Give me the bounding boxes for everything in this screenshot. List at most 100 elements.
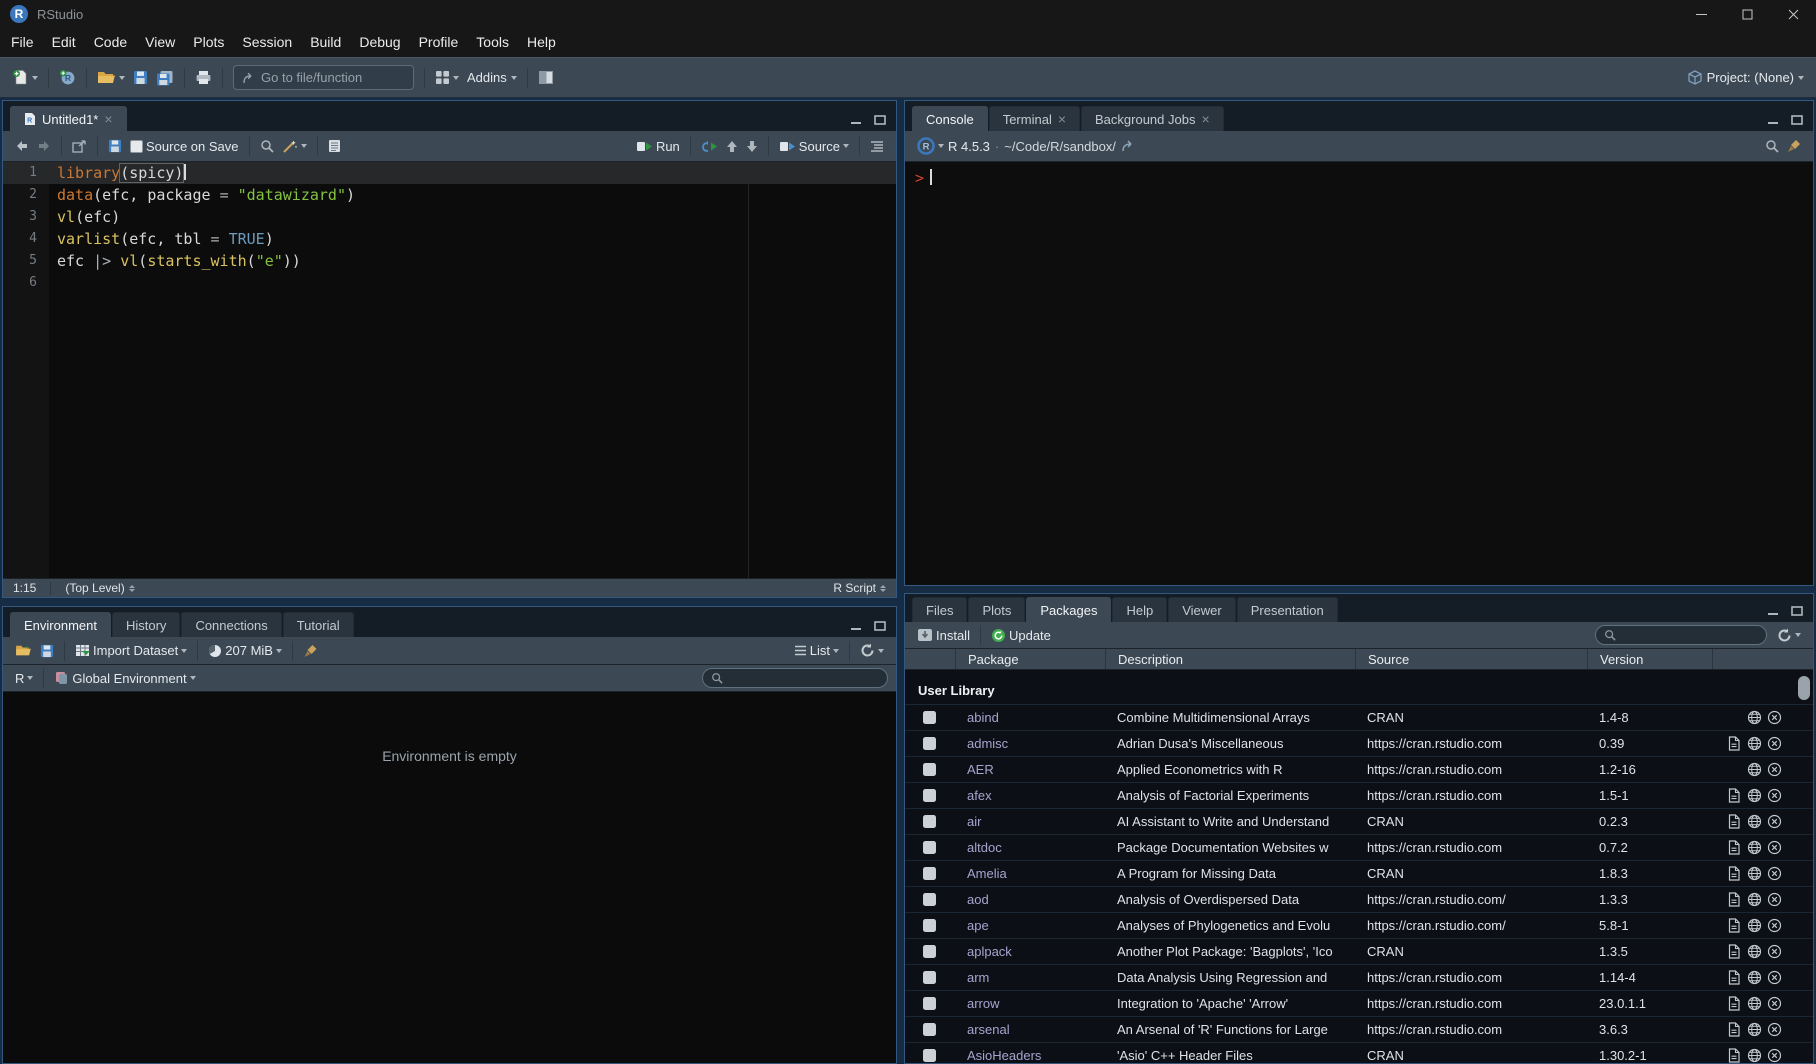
goto-file-input[interactable]: Go to file/function [233,65,414,90]
tab-console[interactable]: Console [912,106,988,131]
package-name-link[interactable]: AsioHeaders [967,1048,1041,1063]
print-button[interactable] [191,67,216,88]
package-checkbox[interactable] [923,815,936,828]
doc-icon[interactable] [1727,866,1741,881]
minimize-window-button[interactable] [1678,0,1724,28]
language-selector[interactable]: R [11,668,37,689]
scrollbar-thumb[interactable] [1798,676,1810,700]
close-tab-icon[interactable]: × [104,114,112,124]
run-button[interactable]: Run [632,136,684,157]
scope-selector[interactable]: (Top Level) [65,581,134,595]
source-button[interactable]: Source [775,136,853,157]
globe-icon[interactable] [1747,970,1762,985]
maximize-pane-button[interactable] [874,115,886,125]
globe-icon[interactable] [1747,788,1762,803]
doc-icon[interactable] [1727,944,1741,959]
doc-icon[interactable] [1727,788,1741,803]
globe-icon[interactable] [1747,866,1762,881]
go-to-previous-button[interactable] [722,137,742,156]
update-packages-button[interactable]: Update [987,625,1055,646]
menu-build[interactable]: Build [301,28,350,57]
console-output[interactable]: > [905,162,1813,585]
globe-icon[interactable] [1747,892,1762,907]
doc-icon[interactable] [1727,1022,1741,1037]
package-checkbox[interactable] [923,945,936,958]
minimize-pane-button[interactable] [1767,115,1779,125]
minimize-pane-button[interactable] [850,115,862,125]
globe-icon[interactable] [1747,736,1762,751]
package-name-link[interactable]: arsenal [967,1022,1010,1037]
panes-layout-button[interactable] [534,67,558,88]
package-checkbox[interactable] [923,919,936,932]
package-checkbox[interactable] [923,841,936,854]
remove-package-icon[interactable] [1767,970,1782,985]
remove-package-icon[interactable] [1767,1022,1782,1037]
tab-presentation[interactable]: Presentation [1237,597,1338,622]
menu-debug[interactable]: Debug [350,28,409,57]
package-name-link[interactable]: arm [967,970,989,985]
environment-search-input[interactable] [702,668,888,688]
forward-button[interactable] [33,137,55,155]
addins-button[interactable]: Addins [463,67,521,88]
package-name-link[interactable]: admisc [967,736,1008,751]
remove-package-icon[interactable] [1767,840,1782,855]
refresh-environment-button[interactable] [856,640,888,661]
globe-icon[interactable] [1747,710,1762,725]
install-packages-button[interactable]: Install [913,625,974,646]
package-name-link[interactable]: abind [967,710,999,725]
r-version-menu[interactable]: R [913,134,948,158]
menu-profile[interactable]: Profile [410,28,468,57]
package-name-link[interactable]: altdoc [967,840,1002,855]
go-to-directory-icon[interactable] [1122,140,1137,152]
remove-package-icon[interactable] [1767,762,1782,777]
doc-icon[interactable] [1727,970,1741,985]
globe-icon[interactable] [1747,762,1762,777]
doc-type-selector[interactable]: R Script [833,581,886,595]
addins-grid-button[interactable] [431,67,463,88]
menu-view[interactable]: View [136,28,184,57]
code-line-2[interactable]: 2data(efc, package = "datawizard") [3,184,896,206]
list-view-button[interactable]: List [790,640,843,661]
code-editor[interactable]: 1library(spicy)2data(efc, package = "dat… [3,162,896,578]
column-header-package[interactable]: Package [955,649,1105,669]
save-workspace-button[interactable] [36,641,58,661]
package-checkbox[interactable] [923,763,936,776]
maximize-window-button[interactable] [1724,0,1770,28]
globe-icon[interactable] [1747,996,1762,1011]
tab-background-jobs[interactable]: Background Jobs× [1081,106,1224,131]
new-project-button[interactable]: R [55,66,80,89]
package-checkbox[interactable] [923,1049,936,1062]
find-replace-button[interactable] [256,136,278,156]
doc-icon[interactable] [1727,736,1741,751]
package-checkbox[interactable] [923,711,936,724]
memory-usage-button[interactable]: 207 MiB [204,640,286,661]
close-tab-icon[interactable]: × [1058,114,1066,124]
remove-package-icon[interactable] [1767,866,1782,881]
tab-viewer[interactable]: Viewer [1168,597,1236,622]
compile-report-button[interactable] [324,136,345,156]
close-window-button[interactable] [1770,0,1816,28]
tab-environment[interactable]: Environment [10,612,111,637]
globe-icon[interactable] [1747,1022,1762,1037]
globe-icon[interactable] [1747,814,1762,829]
maximize-pane-button[interactable] [874,621,886,631]
save-button[interactable] [129,67,152,88]
document-outline-button[interactable] [866,137,888,155]
package-name-link[interactable]: air [967,814,981,829]
package-checkbox[interactable] [923,867,936,880]
doc-icon[interactable] [1727,918,1741,933]
code-line-1[interactable]: 1library(spicy) [3,162,896,184]
package-name-link[interactable]: Amelia [967,866,1007,881]
menu-file[interactable]: File [2,28,43,57]
minimize-pane-button[interactable] [1767,606,1779,616]
remove-package-icon[interactable] [1767,918,1782,933]
package-checkbox[interactable] [923,971,936,984]
package-name-link[interactable]: aod [967,892,989,907]
tab-terminal[interactable]: Terminal× [989,106,1080,131]
remove-package-icon[interactable] [1767,944,1782,959]
tab-untitled1[interactable]: R Untitled1* × [10,106,127,131]
open-in-new-window-button[interactable] [68,137,91,156]
menu-tools[interactable]: Tools [467,28,518,57]
doc-icon[interactable] [1727,814,1741,829]
globe-icon[interactable] [1747,944,1762,959]
